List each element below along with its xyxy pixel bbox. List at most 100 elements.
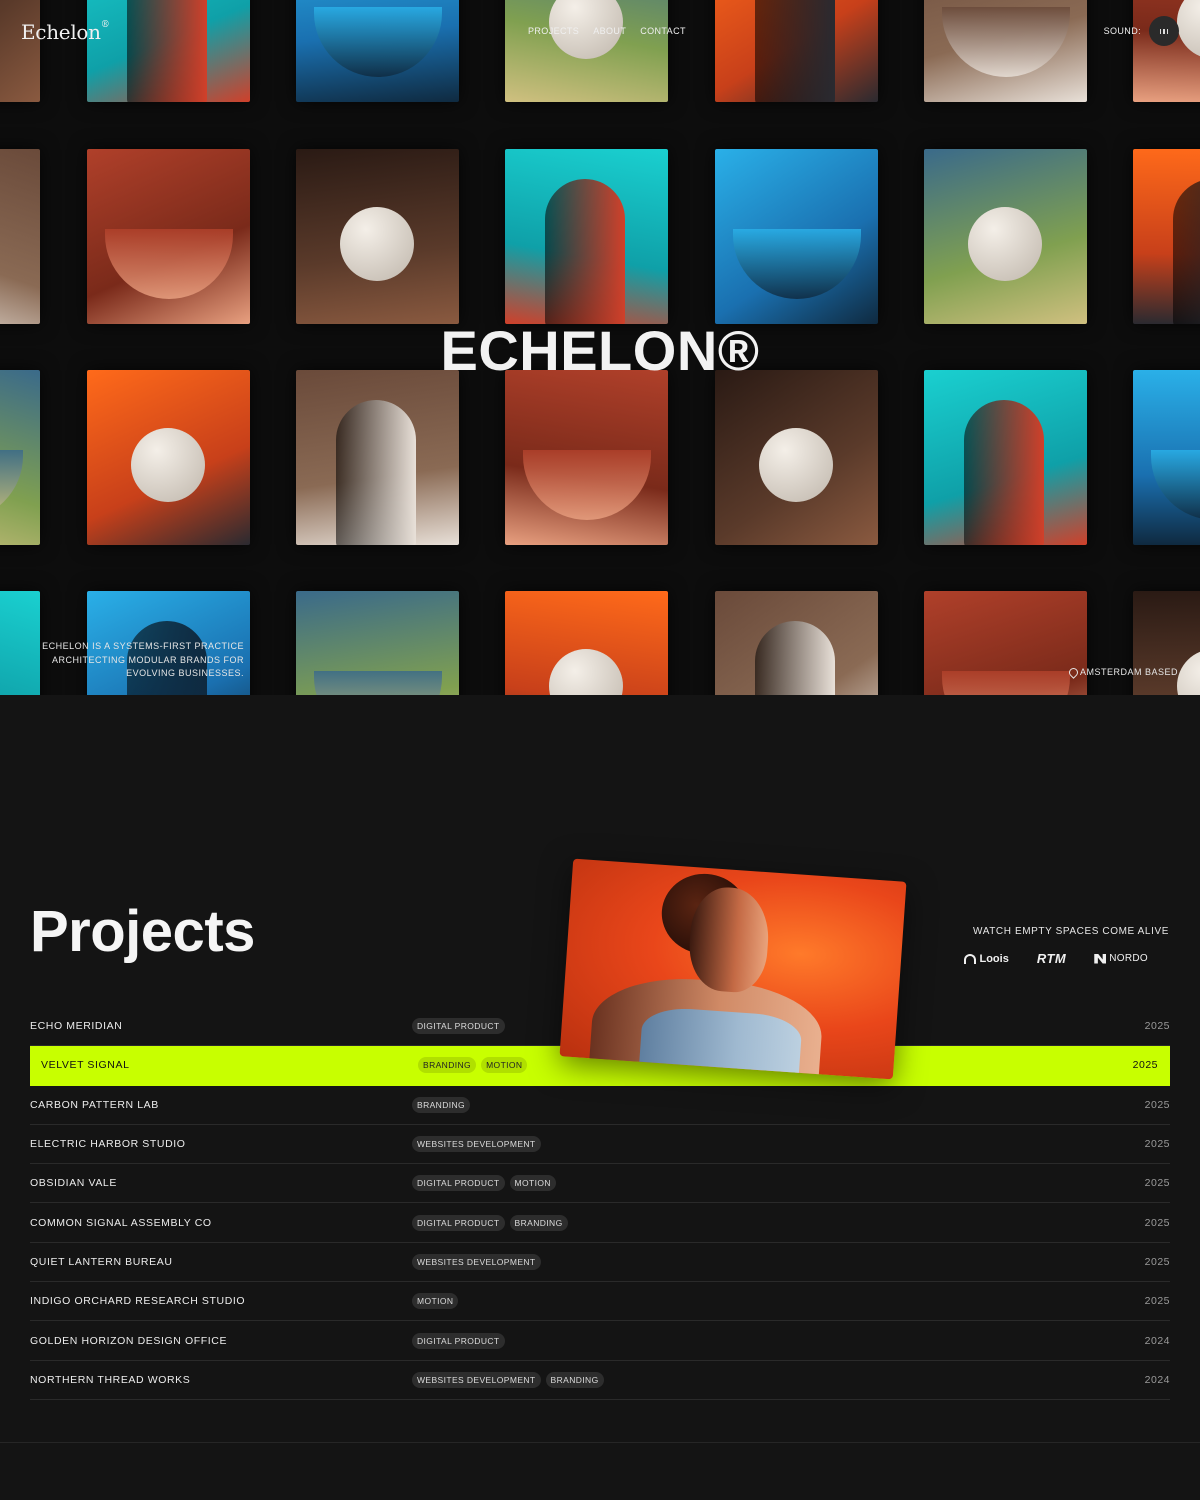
grid-photo-tile bbox=[1133, 149, 1200, 324]
photo-subject bbox=[549, 649, 623, 695]
photo-subject bbox=[1151, 450, 1200, 520]
photo-subject bbox=[336, 400, 416, 545]
project-row[interactable]: GOLDEN HORIZON DESIGN OFFICE DIGITAL PROD… bbox=[30, 1321, 1170, 1361]
hero-section: Echelon® PROJECTS ABOUT CONTACT SOUND: E… bbox=[0, 0, 1200, 695]
partner-name: RTM bbox=[1036, 951, 1067, 966]
project-tag: DIGITAL PRODUCT bbox=[412, 1175, 505, 1192]
project-tag: BRANDING bbox=[509, 1214, 568, 1231]
project-year: 2025 bbox=[1144, 1020, 1170, 1033]
project-tag: DIGITAL PRODUCT bbox=[412, 1018, 505, 1035]
project-tags: MOTION bbox=[412, 1293, 459, 1310]
project-tag: DIGITAL PRODUCT bbox=[412, 1214, 505, 1231]
sound-label: SOUND: bbox=[1103, 26, 1141, 36]
partner-logo-rtm: RTM bbox=[1037, 951, 1066, 966]
project-row[interactable]: CARBON PATTERN LAB BRANDING 2025 bbox=[30, 1086, 1170, 1125]
grid-photo-tile bbox=[87, 370, 250, 545]
photo-subject bbox=[755, 621, 835, 695]
partner-name: Loois bbox=[979, 952, 1009, 965]
project-name: OBSIDIAN VALE bbox=[30, 1177, 117, 1190]
grid-photo-tile bbox=[1133, 591, 1200, 695]
project-tags: WEBSITES DEVELOPMENT bbox=[412, 1136, 541, 1153]
project-row[interactable]: QUIET LANTERN BUREAU WEBSITES DEVELOPMENT… bbox=[30, 1243, 1170, 1283]
logo[interactable]: Echelon® bbox=[21, 20, 110, 44]
grid-photo-tile bbox=[296, 370, 459, 545]
project-list: ECHO MERIDIAN DIGITAL PRODUCT 2025 VELVET S… bbox=[30, 1007, 1170, 1400]
grid-photo-tile bbox=[1133, 370, 1200, 545]
photo-subject bbox=[545, 179, 625, 324]
location-badge: AMSTERDAM BASED bbox=[1069, 667, 1178, 677]
photo-subject bbox=[131, 428, 205, 502]
project-year: 2025 bbox=[1144, 1255, 1170, 1268]
project-year: 2024 bbox=[1144, 1334, 1170, 1347]
project-tags: WEBSITES DEVELOPMENT BRANDING bbox=[412, 1371, 604, 1388]
project-row[interactable]: INDIGO ORCHARD RESEARCH STUDIO MOTION 2025 bbox=[30, 1282, 1170, 1322]
project-tags: DIGITAL PRODUCT MOTION bbox=[412, 1175, 556, 1192]
project-tag: BRANDING bbox=[418, 1057, 477, 1074]
grid-photo-tile bbox=[0, 370, 40, 545]
project-year: 2025 bbox=[1144, 1138, 1170, 1151]
grid-photo-tile bbox=[0, 149, 40, 324]
project-year: 2025 bbox=[1132, 1059, 1158, 1072]
project-tag: BRANDING bbox=[545, 1371, 604, 1388]
project-name: NORTHERN THREAD WORKS bbox=[30, 1373, 191, 1386]
project-name: CARBON PATTERN LAB bbox=[30, 1098, 159, 1111]
project-year: 2025 bbox=[1144, 1216, 1170, 1229]
grid-photo-tile bbox=[715, 149, 878, 324]
logo-mark: ® bbox=[100, 20, 110, 31]
photo-subject bbox=[1177, 649, 1200, 695]
photo-subject bbox=[968, 207, 1042, 281]
project-row[interactable]: OBSIDIAN VALE DIGITAL PRODUCT MOTION 2025 bbox=[30, 1164, 1170, 1204]
grid-photo-tile bbox=[715, 370, 878, 545]
photo-subject bbox=[942, 671, 1070, 695]
projects-heading: Projects bbox=[30, 899, 255, 964]
photo-subject bbox=[314, 671, 442, 695]
grid-photo-tile bbox=[924, 149, 1087, 324]
top-nav-bar: Echelon® PROJECTS ABOUT CONTACT SOUND: bbox=[0, 0, 1200, 70]
project-tag: MOTION bbox=[509, 1175, 556, 1192]
partner-logo-loois: Loois bbox=[964, 952, 1009, 965]
project-tags: WEBSITES DEVELOPMENT bbox=[412, 1253, 541, 1270]
grid-photo-tile bbox=[296, 591, 459, 695]
watch-tagline: WATCH EMPTY SPACES COME ALIVE bbox=[973, 926, 1169, 937]
photo-subject bbox=[1173, 179, 1200, 324]
project-row[interactable]: NORTHERN THREAD WORKS WEBSITES DEVELOPMEN… bbox=[30, 1361, 1170, 1400]
project-tag: WEBSITES DEVELOPMENT bbox=[412, 1371, 541, 1388]
project-tags: DIGITAL PRODUCT bbox=[412, 1332, 505, 1349]
grid-photo-tile bbox=[505, 370, 668, 545]
project-name: COMMON SIGNAL ASSEMBLY CO bbox=[30, 1216, 212, 1229]
nordo-mark-icon bbox=[1094, 953, 1107, 964]
project-tag: DIGITAL PRODUCT bbox=[412, 1332, 505, 1349]
project-tags: DIGITAL PRODUCT BRANDING bbox=[412, 1214, 568, 1231]
nav-link-projects[interactable]: PROJECTS bbox=[528, 26, 579, 36]
hero-description: ECHELON IS A SYSTEMS-FIRST PRACTICE ARCH… bbox=[42, 641, 244, 678]
project-tag: MOTION bbox=[412, 1293, 459, 1310]
sound-toggle-button[interactable] bbox=[1149, 16, 1179, 46]
nav-link-contact[interactable]: CONTACT bbox=[640, 26, 686, 36]
sound-bar bbox=[1163, 28, 1165, 34]
project-name: QUIET LANTERN BUREAU bbox=[30, 1255, 173, 1268]
nav-link-about[interactable]: ABOUT bbox=[593, 26, 626, 36]
photo-subject bbox=[105, 229, 233, 299]
project-name: ECHO MERIDIAN bbox=[30, 1020, 123, 1033]
photo-subject bbox=[964, 400, 1044, 545]
project-tag: WEBSITES DEVELOPMENT bbox=[412, 1253, 541, 1270]
project-tag: MOTION bbox=[481, 1057, 528, 1074]
partner-logos: Loois RTM NORDO bbox=[964, 951, 1148, 966]
project-name: VELVET SIGNAL bbox=[41, 1059, 130, 1072]
project-row[interactable]: ELECTRIC HARBOR STUDIO WEBSITES DEVELOPME… bbox=[30, 1125, 1170, 1165]
footer-divider bbox=[0, 1442, 1200, 1443]
photo-subject bbox=[759, 428, 833, 502]
project-year: 2025 bbox=[1144, 1098, 1170, 1111]
project-tag: BRANDING bbox=[412, 1096, 471, 1113]
photo-subject bbox=[733, 229, 861, 299]
project-row[interactable]: COMMON SIGNAL ASSEMBLY CO DIGITAL PRODUCT… bbox=[30, 1203, 1170, 1243]
grid-photo-tile bbox=[505, 591, 668, 695]
project-name: GOLDEN HORIZON DESIGN OFFICE bbox=[30, 1334, 228, 1347]
grid-photo-tile bbox=[87, 149, 250, 324]
partner-logo-nordo: NORDO bbox=[1094, 953, 1148, 964]
location-pin-icon bbox=[1069, 668, 1076, 677]
project-preview-image bbox=[559, 858, 907, 1080]
project-name: INDIGO ORCHARD RESEARCH STUDIO bbox=[30, 1295, 246, 1308]
grid-photo-tile bbox=[715, 591, 878, 695]
project-year: 2025 bbox=[1144, 1177, 1170, 1190]
